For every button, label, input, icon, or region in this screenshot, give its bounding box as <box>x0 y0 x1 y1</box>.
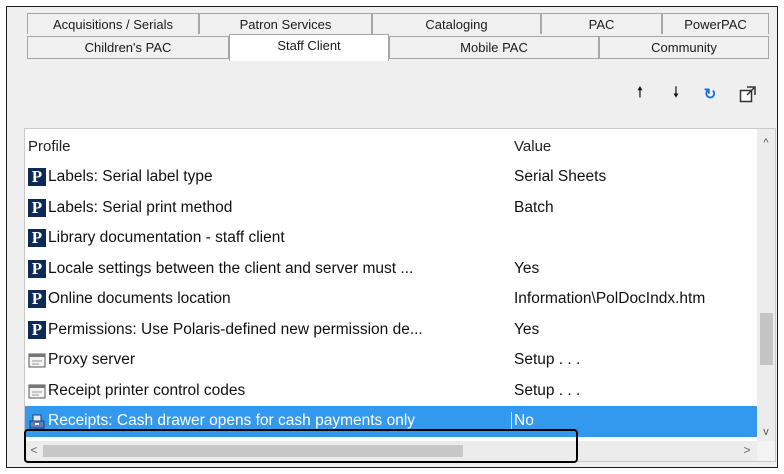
tab-powerpac[interactable]: PowerPAC <box>662 13 769 34</box>
row-profile-cell: Library documentation - staff client <box>48 229 285 246</box>
tab-row-bottom: Children's PAC Staff Client Mobile PAC C… <box>27 34 769 61</box>
toolbar: 🠕 🠗 ↻ <box>24 72 776 120</box>
tab-community[interactable]: Community <box>599 36 769 59</box>
table-row[interactable]: P Locale settings between the client and … <box>25 254 758 285</box>
row-profile-cell: Locale settings between the client and s… <box>48 259 414 277</box>
row-value-cell: No <box>511 412 758 430</box>
row-profile-cell: Labels: Serial label type <box>48 168 213 185</box>
row-value-cell: Information\PolDocIndx.htm <box>514 290 706 307</box>
refresh-icon[interactable]: ↻ <box>700 84 720 104</box>
cash-drawer-icon <box>28 412 46 430</box>
table-row[interactable]: Proxy server Setup . . . <box>25 345 758 376</box>
arrow-up-icon[interactable]: 🠕 <box>630 84 650 104</box>
arrow-down-icon[interactable]: 🠗 <box>666 84 686 104</box>
row-profile-cell: Online documents location <box>48 290 231 307</box>
scroll-up-icon[interactable]: ^ <box>759 137 773 151</box>
scroll-left-icon[interactable]: < <box>27 443 41 457</box>
row-profile-cell: Permissions: Use Polaris-defined new per… <box>48 320 423 338</box>
column-header-value[interactable]: Value <box>514 138 551 155</box>
table-row[interactable]: P Permissions: Use Polaris-defined new pe… <box>25 315 758 346</box>
row-value-cell: Setup . . . <box>514 351 581 368</box>
polaris-profile-icon: P <box>28 320 46 339</box>
horizontal-scroll-thumb[interactable] <box>43 445 463 457</box>
profiles-grid: Profile Value P Labels: Serial label type… <box>24 128 776 462</box>
setup-dialog-icon <box>28 382 46 400</box>
tab-row-top: Acquisitions / Serials Patron Services C… <box>27 13 769 34</box>
row-value-cell: Yes <box>514 320 540 338</box>
scroll-down-icon[interactable]: v <box>759 426 773 440</box>
row-value-cell: Yes <box>514 259 540 277</box>
row-value-cell: Batch <box>514 198 554 216</box>
setup-dialog-icon <box>28 351 46 369</box>
scroll-right-icon[interactable]: > <box>740 443 754 457</box>
polaris-profile-icon: P <box>28 198 46 217</box>
tab-staff-client[interactable]: Staff Client <box>229 34 389 61</box>
table-row[interactable]: P Online documents location Information\Po… <box>25 284 758 315</box>
table-row[interactable]: P Labels: Serial print method Batch <box>25 193 758 224</box>
tab-patron-services[interactable]: Patron Services <box>199 13 372 34</box>
row-profile-cell: Proxy server <box>48 351 135 368</box>
row-value-cell: Setup . . . <box>514 381 581 399</box>
table-row[interactable]: P Labels: Serial label type Serial Sheets <box>25 162 758 193</box>
polaris-profile-icon: P <box>28 168 46 186</box>
grid-header: Profile Value <box>25 129 758 162</box>
table-row[interactable]: P Library documentation - staff client <box>25 223 758 254</box>
grid-rows: P Labels: Serial label type Serial Sheets P… <box>25 162 758 437</box>
row-value-cell: Serial Sheets <box>514 168 607 185</box>
table-row[interactable]: Receipt printer control codes Setup . . . <box>25 376 758 407</box>
table-row[interactable]: Receipts: Cash drawer opens for cash pay… <box>25 406 758 437</box>
export-icon-graphic <box>739 86 756 103</box>
vertical-scroll-thumb[interactable] <box>760 313 773 365</box>
tab-pac[interactable]: PAC <box>541 13 662 34</box>
scrollbar-corner <box>757 441 775 461</box>
tab-childrens-pac[interactable]: Children's PAC <box>27 36 229 59</box>
export-icon[interactable] <box>738 84 758 104</box>
vertical-scrollbar[interactable]: ^ v <box>757 129 775 442</box>
column-header-profile[interactable]: Profile <box>28 138 71 155</box>
row-profile-cell: Receipts: Cash drawer opens for cash pay… <box>48 412 416 429</box>
tab-cataloging[interactable]: Cataloging <box>372 13 541 34</box>
tab-mobile-pac[interactable]: Mobile PAC <box>389 36 599 59</box>
polaris-profile-icon: P <box>28 290 46 308</box>
polaris-profile-icon: P <box>28 259 46 278</box>
tab-acquisitions-serials[interactable]: Acquisitions / Serials <box>27 13 199 34</box>
row-profile-cell: Receipt printer control codes <box>48 381 246 399</box>
row-profile-cell: Labels: Serial print method <box>48 198 233 216</box>
horizontal-scrollbar[interactable]: < > <box>25 441 758 461</box>
polaris-profile-icon: P <box>28 229 46 247</box>
